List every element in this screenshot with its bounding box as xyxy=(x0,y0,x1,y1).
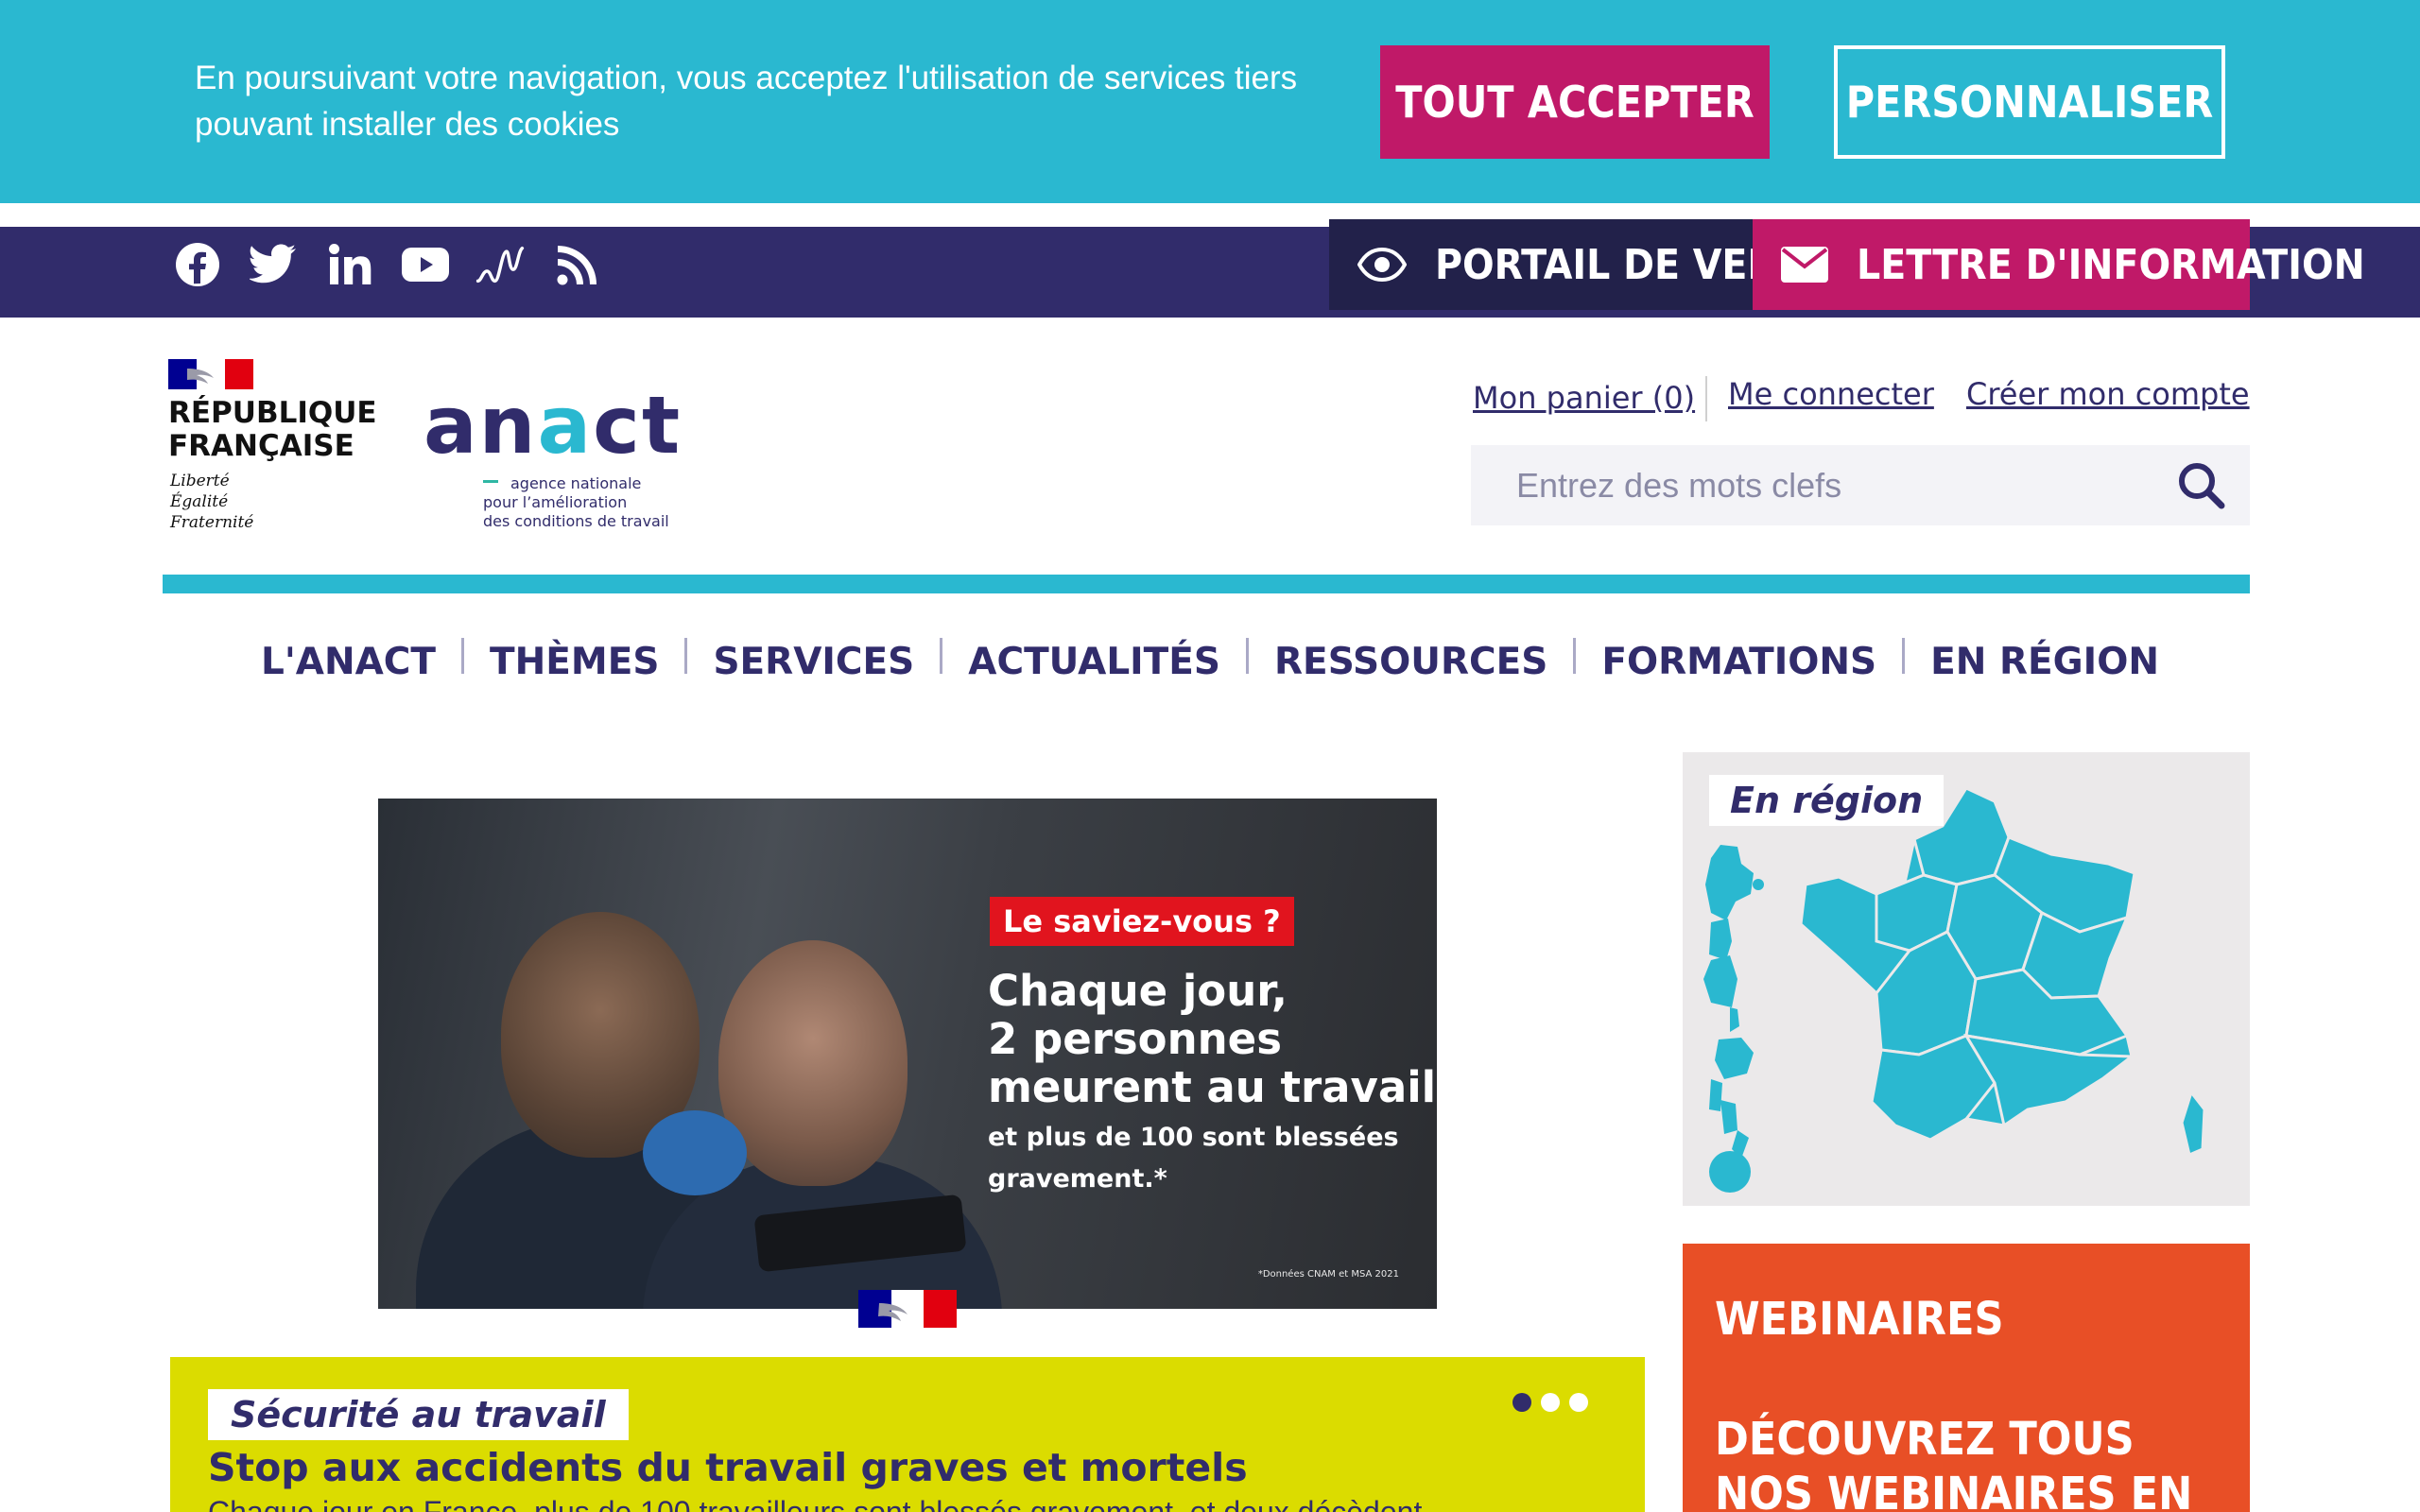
webinars-title: WEBINAIRES xyxy=(1715,1293,2004,1346)
account-separator xyxy=(1705,376,1707,421)
sway-icon[interactable] xyxy=(475,240,525,289)
hero-subline-1: et plus de 100 sont blessées xyxy=(988,1123,1399,1152)
webinars-box[interactable]: WEBINAIRES DÉCOUVREZ TOUS NOS WEBINAIRES… xyxy=(1683,1244,2250,1512)
anact-word-start: an xyxy=(424,379,538,472)
hero-headline-2: 2 personnes xyxy=(988,1014,1282,1064)
cookie-message-line2: pouvant installer des cookies xyxy=(195,106,620,143)
hero-subline: et plus de 100 sont blessées gravement.* xyxy=(988,1117,1399,1200)
rf-motto-2: Égalité xyxy=(170,492,229,511)
search-input[interactable] xyxy=(1516,465,2178,506)
header-divider xyxy=(163,575,2250,593)
slide-caption: Sécurité au travail Stop aux accidents d… xyxy=(170,1357,1645,1512)
nav-item-services[interactable]: SERVICES xyxy=(687,641,940,683)
nav-item-ressources[interactable]: RESSOURCES xyxy=(1249,641,1573,683)
newsletter-button[interactable]: LETTRE D'INFORMATION xyxy=(1753,219,2365,310)
hero-headline-1: Chaque jour, xyxy=(988,966,1288,1016)
slide-description: Chaque jour en France, plus de 100 trava… xyxy=(208,1495,1423,1512)
anact-wordmark: anact xyxy=(424,383,682,468)
portal-button[interactable]: PORTAIL DE VEILLE xyxy=(1329,219,1835,310)
search-bar xyxy=(1471,445,2250,525)
rf-title: RÉPUBLIQUE FRANÇAISE xyxy=(168,397,377,463)
hero-badge: Le saviez-vous ? xyxy=(990,897,1294,946)
nav-item-actualites[interactable]: ACTUALITÉS xyxy=(942,641,1246,683)
region-map-box[interactable]: En région xyxy=(1683,752,2250,1206)
hero-image[interactable]: Le saviez-vous ? Chaque jour, 2 personne… xyxy=(378,799,1437,1309)
headphones-icon xyxy=(643,1110,747,1195)
hero-headline: Chaque jour, 2 personnes meurent au trav… xyxy=(988,967,1436,1111)
webinars-subtitle: DÉCOUVREZ TOUS NOS WEBINAIRES EN REPLAY xyxy=(1715,1413,2193,1512)
envelope-icon xyxy=(1781,247,1828,283)
rf-motto-1: Liberté xyxy=(170,472,230,490)
carousel-dot-2[interactable] xyxy=(1541,1393,1560,1412)
rf-title-line1: RÉPUBLIQUE xyxy=(168,396,377,430)
anact-tagline-2: pour l’amélioration xyxy=(483,493,628,511)
customize-button[interactable]: PERSONNALISER xyxy=(1834,45,2225,159)
cart-link[interactable]: Mon panier (0) xyxy=(1473,380,1695,416)
search-icon[interactable] xyxy=(2174,458,2229,513)
signup-link[interactable]: Créer mon compte xyxy=(1966,376,2250,412)
main-nav: L'ANACT THÈMES SERVICES ACTUALITÉS RESSO… xyxy=(0,633,2420,690)
marianne-flag-icon xyxy=(168,359,253,389)
facebook-icon[interactable] xyxy=(173,240,222,289)
marianne-flag-icon xyxy=(858,1290,957,1328)
cookie-message-line1: En poursuivant votre navigation, vous ac… xyxy=(195,60,1298,96)
eye-icon xyxy=(1357,248,1407,282)
slide-category-tag[interactable]: Sécurité au travail xyxy=(208,1389,629,1440)
carousel-dot-1[interactable] xyxy=(1512,1393,1531,1412)
linkedin-icon[interactable] xyxy=(325,240,374,289)
anact-tagline: agence nationale pour l’amélioration des… xyxy=(483,474,669,531)
anact-word-accent: a xyxy=(537,379,594,472)
nav-item-formations[interactable]: FORMATIONS xyxy=(1576,641,1902,683)
anact-word-end: ct xyxy=(593,379,683,472)
cookie-message: En poursuivant votre navigation, vous ac… xyxy=(195,55,1367,147)
login-link[interactable]: Me connecter xyxy=(1728,376,1934,412)
youtube-icon[interactable] xyxy=(401,240,450,289)
accept-all-button[interactable]: TOUT ACCEPTER xyxy=(1380,45,1770,159)
anact-tagline-1: agence nationale xyxy=(510,474,642,492)
carousel-dot-3[interactable] xyxy=(1569,1393,1588,1412)
anact-tagline-3: des conditions de travail xyxy=(483,512,669,530)
rf-motto-3: Fraternité xyxy=(170,513,254,532)
rf-motto: Liberté Égalité Fraternité xyxy=(170,471,253,533)
cookie-banner: En poursuivant votre navigation, vous ac… xyxy=(0,0,2420,203)
rss-icon[interactable] xyxy=(553,240,602,289)
hero-footnote: *Données CNAM et MSA 2021 xyxy=(1257,1269,1399,1280)
nav-item-themes[interactable]: THÈMES xyxy=(464,641,684,683)
region-tag: En région xyxy=(1709,775,1945,826)
twitter-icon[interactable] xyxy=(249,240,298,289)
worker-woman-head xyxy=(718,940,908,1186)
hero-subline-2: gravement.* xyxy=(988,1164,1167,1194)
rf-title-line2: FRANÇAISE xyxy=(168,429,354,463)
hero-headline-3: meurent au travail xyxy=(988,1062,1437,1112)
nav-item-en-region[interactable]: EN RÉGION xyxy=(1905,641,2185,683)
nav-item-anact[interactable]: L'ANACT xyxy=(235,641,461,683)
newsletter-label: LETTRE D'INFORMATION xyxy=(1857,240,2365,289)
slide-title[interactable]: Stop aux accidents du travail graves et … xyxy=(208,1444,1248,1491)
